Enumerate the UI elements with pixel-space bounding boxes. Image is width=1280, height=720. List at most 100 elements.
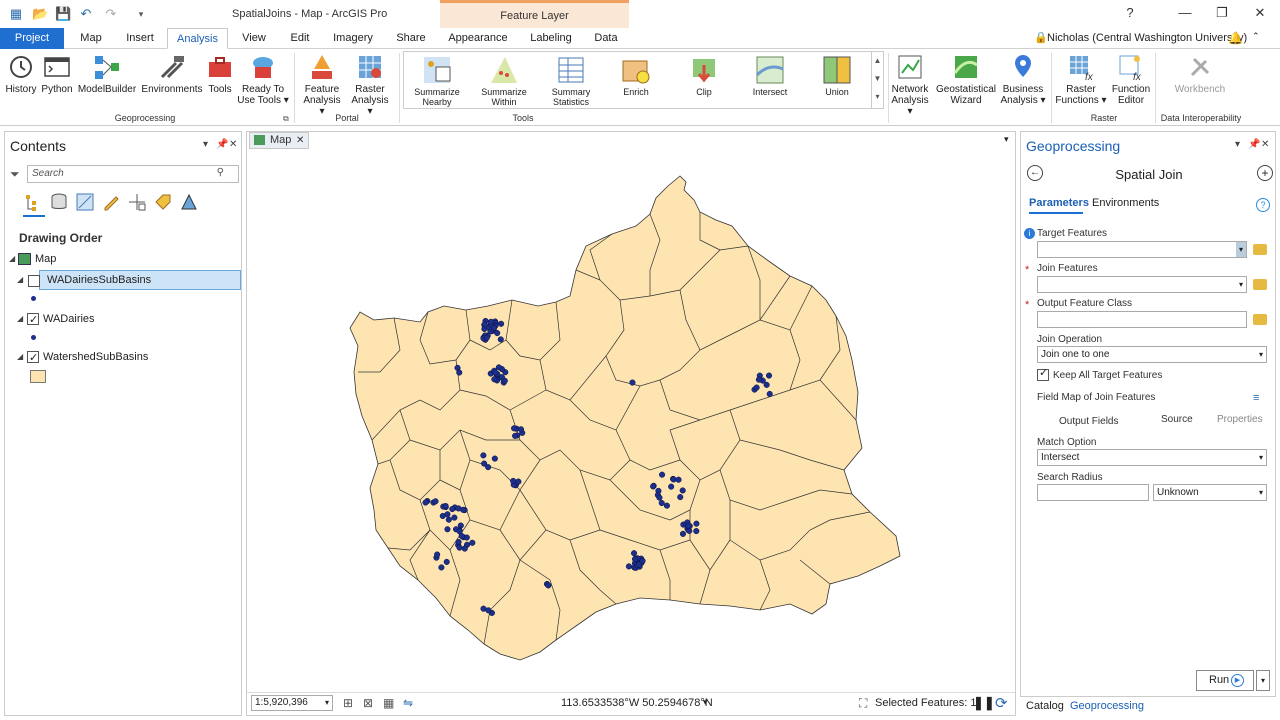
dairy-point[interactable]: [485, 607, 492, 614]
python-button[interactable]: Python: [40, 53, 74, 95]
dairy-point[interactable]: [487, 318, 495, 325]
target-features-input[interactable]: ▾: [1037, 241, 1247, 258]
dairy-point[interactable]: [451, 514, 458, 521]
dairy-point[interactable]: [675, 476, 682, 483]
dairy-point[interactable]: [650, 483, 657, 490]
output-fields-column[interactable]: Output Fields: [1059, 416, 1118, 427]
dropdown-arrow-icon[interactable]: ▾: [1259, 450, 1263, 465]
join-features-input[interactable]: ▾: [1037, 276, 1247, 293]
summary-statistics-button[interactable]: Summary Statistics: [541, 55, 601, 107]
tab-environments[interactable]: Environments: [1092, 197, 1159, 209]
dairy-point[interactable]: [458, 533, 465, 540]
dairy-point[interactable]: [545, 582, 552, 589]
dairy-point[interactable]: [422, 499, 429, 506]
dairy-point[interactable]: [677, 494, 684, 501]
dairy-point[interactable]: [455, 505, 462, 512]
list-by-drawing-order-icon[interactable]: [23, 192, 43, 212]
output-feature-class-input[interactable]: [1037, 311, 1247, 328]
intersect-button[interactable]: Intersect: [740, 55, 800, 97]
dairy-point[interactable]: [635, 561, 643, 568]
dairy-point[interactable]: [630, 550, 638, 557]
dairy-point[interactable]: [444, 511, 451, 518]
business-analysis-button[interactable]: Business Analysis ▾: [999, 53, 1047, 106]
browse-folder-icon[interactable]: [1253, 279, 1267, 290]
dairy-point[interactable]: [456, 544, 463, 551]
add-icon[interactable]: +: [1257, 165, 1273, 181]
scale-selector[interactable]: 1:5,920,396 ▾: [251, 695, 333, 711]
dairy-point[interactable]: [679, 530, 687, 537]
dropdown-arrow-icon[interactable]: ▾: [1236, 242, 1246, 257]
dairy-point[interactable]: [461, 545, 468, 552]
dairy-point[interactable]: [432, 498, 439, 505]
undo-icon[interactable]: ↶: [78, 6, 94, 22]
dairy-point[interactable]: [686, 527, 693, 534]
collapse-icon[interactable]: ◢: [17, 347, 23, 367]
grid-icon[interactable]: ⊠: [363, 696, 373, 710]
dairy-point[interactable]: [449, 506, 456, 513]
dairy-point[interactable]: [685, 522, 692, 529]
tab-insert[interactable]: Insert: [118, 28, 162, 49]
tree-map-node[interactable]: ◢ Map: [5, 249, 241, 269]
dairy-point[interactable]: [481, 321, 488, 328]
dairy-point[interactable]: [498, 374, 506, 381]
dropdown-arrow-icon[interactable]: ▾: [1259, 485, 1263, 500]
feature-analysis-button[interactable]: Feature Analysis ▾: [300, 53, 344, 117]
dairy-point[interactable]: [469, 539, 476, 546]
dairy-point[interactable]: [491, 376, 498, 383]
maximize-icon[interactable]: ❐: [1212, 5, 1232, 21]
filter-icon[interactable]: ⏷: [10, 167, 20, 182]
list-by-selection-icon[interactable]: [75, 192, 95, 212]
union-button[interactable]: Union: [807, 55, 867, 97]
dairy-point[interactable]: [495, 364, 502, 371]
dairy-point[interactable]: [753, 384, 760, 391]
dairy-point[interactable]: [631, 556, 639, 563]
search-icon[interactable]: ⚲: [217, 167, 224, 178]
dairy-point[interactable]: [483, 334, 490, 341]
selected-features-count[interactable]: Selected Features: 1: [875, 697, 977, 709]
close-icon[interactable]: ✕: [1250, 5, 1270, 21]
dairy-point[interactable]: [438, 564, 445, 571]
dairy-point[interactable]: [443, 558, 450, 565]
layer-visibility-checkbox[interactable]: [27, 310, 39, 330]
point-symbol[interactable]: [31, 296, 36, 301]
dairy-point[interactable]: [456, 369, 463, 376]
tab-geoprocessing[interactable]: Geoprocessing: [1070, 700, 1144, 712]
raster-functions-button[interactable]: fx Raster Functions ▾: [1054, 53, 1108, 106]
layer-visibility-checkbox[interactable]: [28, 275, 40, 287]
watershed-polygons[interactable]: [349, 175, 901, 661]
run-options-dropdown[interactable]: ▾: [1256, 670, 1270, 691]
dairy-point[interactable]: [517, 426, 525, 433]
dairy-point[interactable]: [510, 477, 517, 484]
help-button[interactable]: ?: [1120, 5, 1140, 20]
pane-menu-icon[interactable]: ▾: [203, 139, 208, 150]
dairy-point[interactable]: [445, 516, 452, 523]
dairy-point[interactable]: [693, 520, 700, 527]
keep-all-checkbox[interactable]: [1037, 366, 1049, 381]
table-icon[interactable]: ▦: [383, 696, 394, 710]
tab-map[interactable]: Map: [68, 28, 114, 49]
close-map-tab-icon[interactable]: ✕: [296, 133, 304, 148]
search-radius-input[interactable]: [1037, 484, 1149, 501]
dairy-point[interactable]: [480, 452, 487, 459]
ribbon-collapse-icon[interactable]: ⌃: [1252, 31, 1260, 42]
dairy-point[interactable]: [512, 432, 519, 439]
tools-button[interactable]: Tools: [205, 53, 235, 95]
dropdown-arrow-icon[interactable]: ▾: [1259, 347, 1263, 362]
bell-icon[interactable]: 🔔: [1228, 31, 1243, 45]
dairy-point[interactable]: [755, 376, 762, 383]
dairy-point[interactable]: [492, 369, 499, 376]
search-input[interactable]: Search ⚲: [27, 165, 239, 183]
dairy-point[interactable]: [442, 502, 449, 510]
tab-analysis[interactable]: Analysis: [167, 28, 228, 49]
dairy-point[interactable]: [497, 336, 504, 343]
save-icon[interactable]: 💾: [55, 6, 71, 22]
collapse-icon[interactable]: ◢: [17, 309, 23, 329]
dairy-point[interactable]: [766, 390, 773, 398]
dairy-point[interactable]: [656, 494, 663, 501]
user-name[interactable]: Nicholas (Central Washington University): [1047, 32, 1247, 44]
dairy-point[interactable]: [693, 528, 700, 535]
properties-column[interactable]: Properties: [1217, 414, 1263, 425]
open-icon[interactable]: 📂: [32, 6, 48, 22]
close-pane-icon[interactable]: ✕: [229, 139, 237, 150]
pin-icon[interactable]: 📌: [216, 139, 228, 150]
